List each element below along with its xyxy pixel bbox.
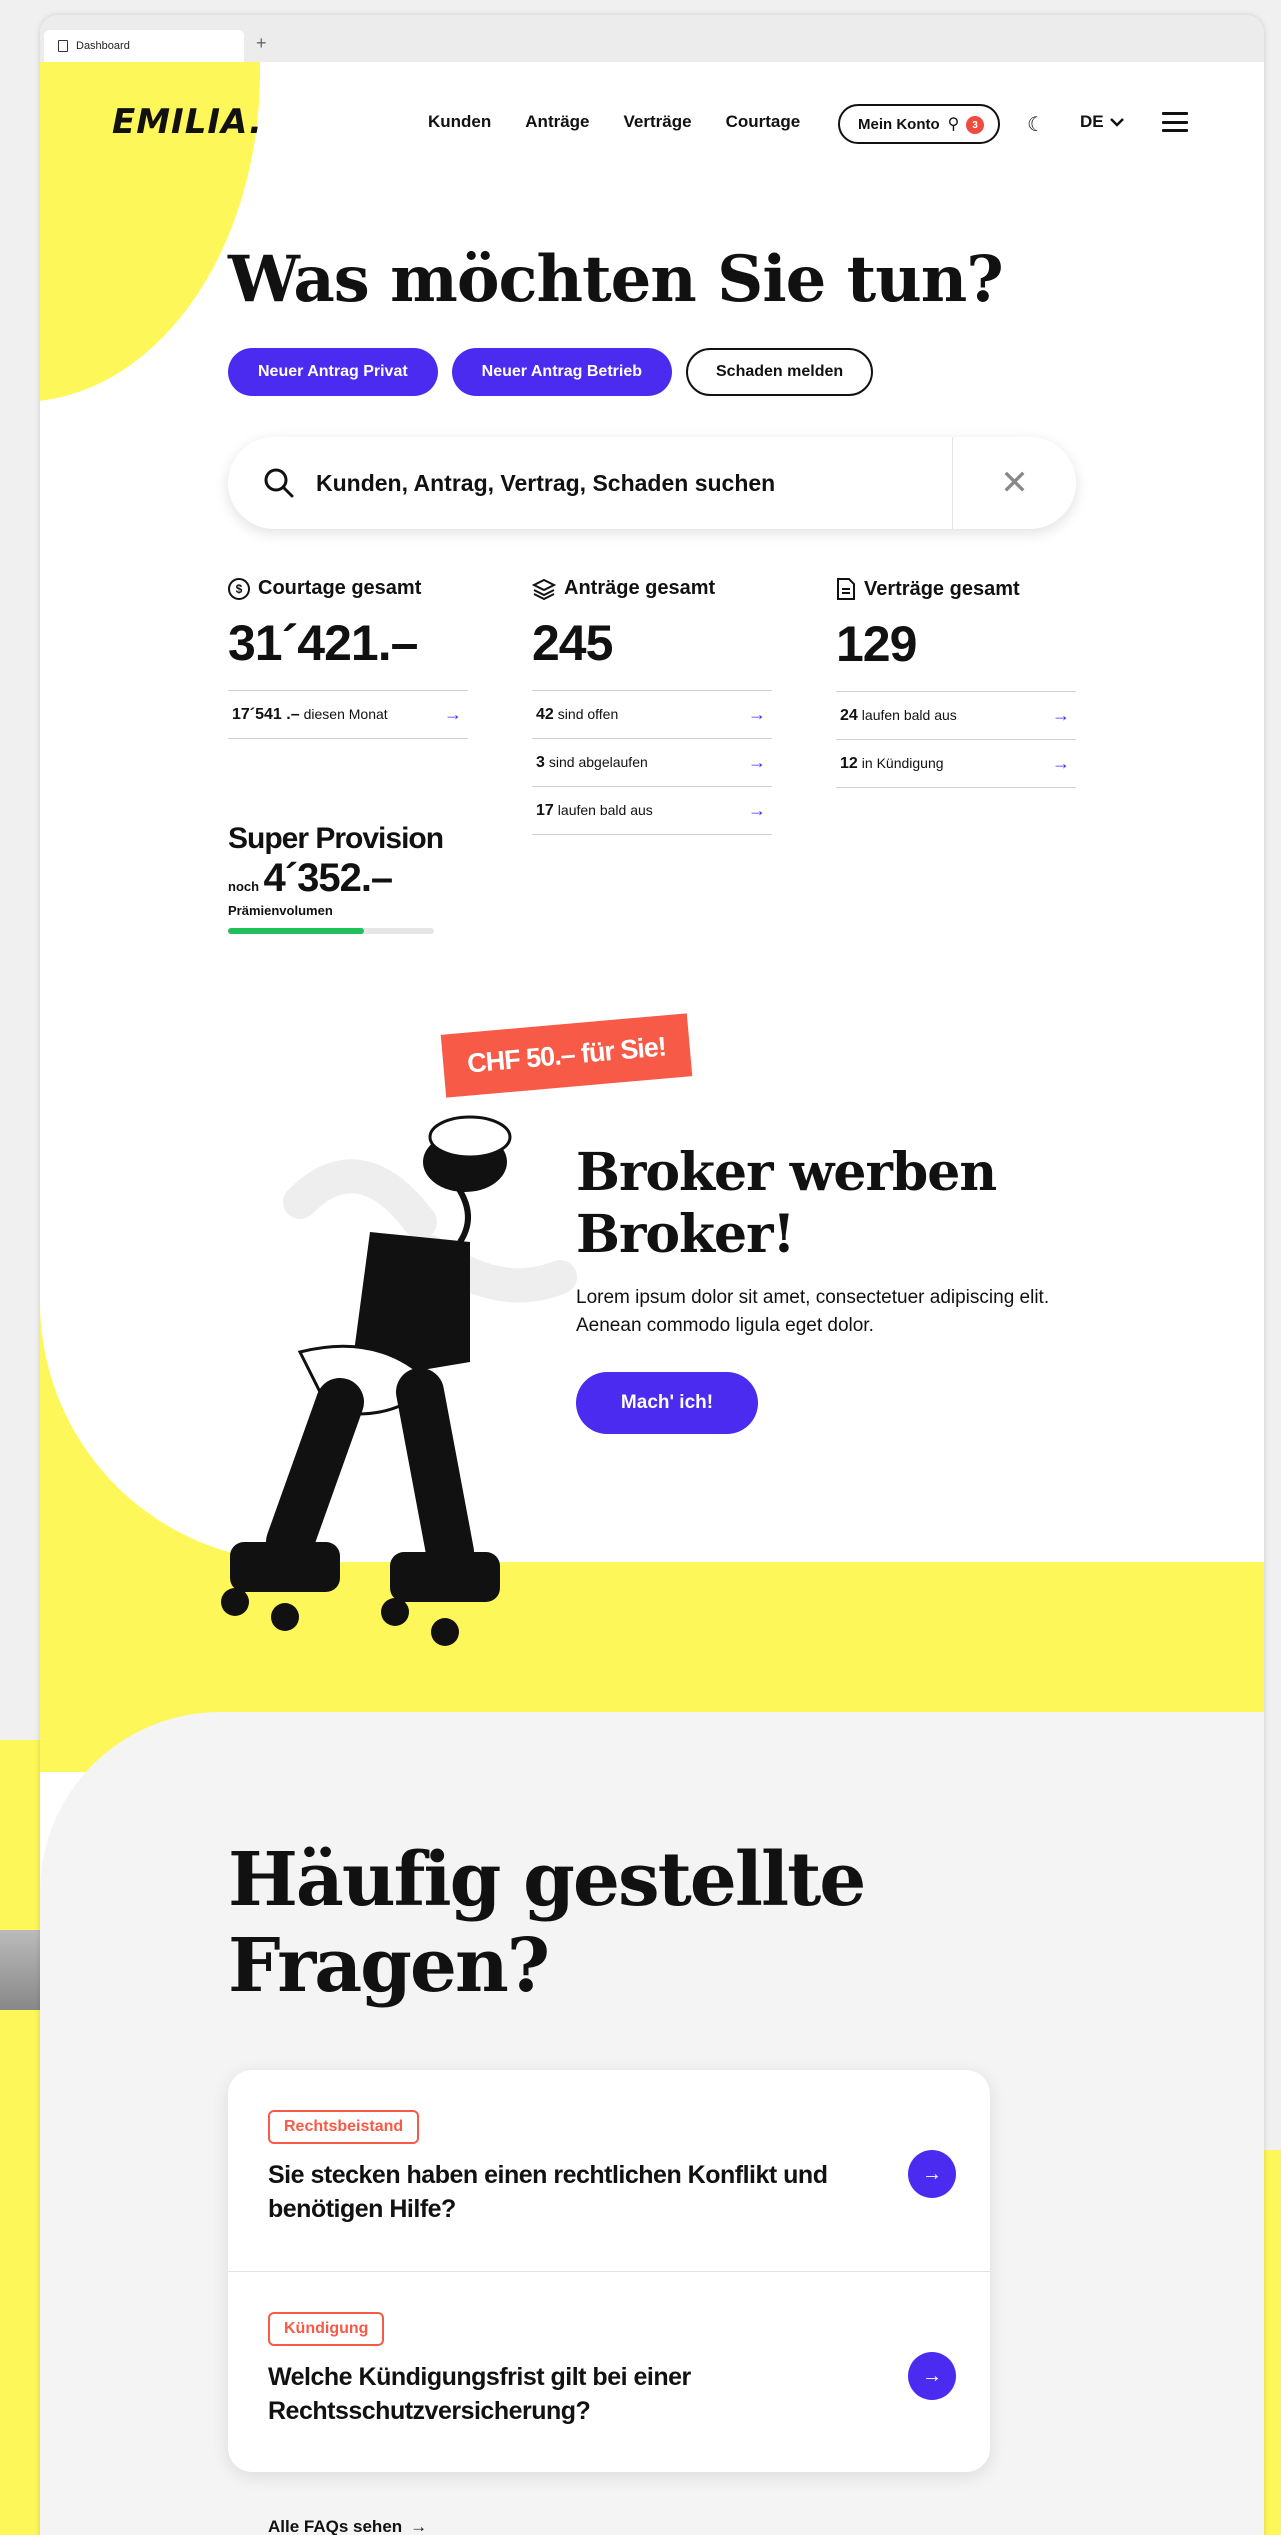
chevron-down-icon — [1109, 118, 1124, 127]
arrow-right-icon: → — [444, 704, 462, 724]
stat-title: Courtage gesamt — [258, 577, 422, 599]
faq-item[interactable]: Kündigung Welche Kündigungsfrist gilt be… — [228, 2271, 990, 2472]
search-icon — [264, 468, 294, 498]
arrow-right-icon: → — [410, 2517, 428, 2535]
arrow-right-icon: → — [748, 752, 766, 772]
moon-icon[interactable]: ☾ — [1027, 112, 1045, 137]
stat-title: Verträge gesamt — [864, 577, 1020, 600]
layers-icon — [532, 578, 556, 600]
provision-prefix: noch — [228, 879, 260, 894]
logo[interactable]: EMILIA. — [112, 102, 263, 142]
promo-text: Lorem ipsum dolor sit amet, consectetuer… — [576, 1287, 1050, 1336]
nav-antraege[interactable]: Anträge — [525, 112, 589, 132]
nav-vertraege[interactable]: Verträge — [624, 112, 692, 132]
faq-item[interactable]: Rechtsbeistand Sie stecken haben einen r… — [228, 2070, 990, 2271]
nav-kunden[interactable]: Kunden — [428, 112, 491, 132]
main-nav: Kunden Anträge Verträge Courtage — [428, 112, 800, 132]
all-faqs-link[interactable]: Alle FAQs sehen → — [268, 2517, 427, 2535]
faq-tag: Kündigung — [268, 2312, 385, 2346]
provision-title: Super Provision — [228, 822, 444, 855]
arrow-right-icon[interactable]: → — [908, 2352, 956, 2400]
quick-actions: Neuer Antrag Privat Neuer Antrag Betrieb… — [228, 348, 874, 396]
arrow-right-icon: → — [748, 704, 766, 724]
menu-icon[interactable] — [1162, 112, 1188, 132]
clear-search-button[interactable]: ✕ — [952, 437, 1076, 529]
progress-fill — [228, 928, 364, 934]
account-button[interactable]: Mein Konto ⚲ 3 — [838, 104, 1000, 144]
notification-badge: 3 — [966, 116, 984, 134]
provision-value: 4´352.– — [263, 856, 394, 900]
stat-value: 31´421.– — [228, 615, 418, 671]
page-title: Was möchten Sie tun? — [228, 242, 1004, 317]
new-application-business-button[interactable]: Neuer Antrag Betrieb — [451, 348, 672, 396]
browser-window: Dashboard + EMILIA. Kunden Anträge Vertr… — [40, 15, 1264, 2535]
promo-title: Broker werben Broker! — [576, 1142, 997, 1265]
language-select[interactable]: DE — [1080, 112, 1124, 132]
arrow-right-icon[interactable]: → — [908, 2150, 956, 2198]
browser-tabbar: Dashboard + — [40, 15, 1264, 62]
stat-value: 245 — [532, 615, 613, 671]
document-icon — [837, 578, 855, 600]
provision-label: Prämienvolumen — [228, 903, 333, 918]
dollar-circle-icon: $ — [228, 577, 250, 600]
stat-row[interactable]: 42 sind offen → — [532, 691, 772, 739]
stat-row[interactable]: 17 laufen bald aus → — [532, 787, 772, 835]
super-provision: Super Provision noch 4´352.– Prämienvolu… — [228, 822, 444, 934]
new-application-private-button[interactable]: Neuer Antrag Privat — [228, 348, 438, 396]
promo-cta-button[interactable]: Mach' ich! — [576, 1372, 758, 1434]
stat-antraege: Anträge gesamt 245 42 sind offen → 3 sind … — [532, 577, 772, 835]
new-tab-button[interactable]: + — [256, 33, 267, 54]
nav-courtage[interactable]: Courtage — [726, 112, 801, 132]
stat-vertraege: Verträge gesamt 129 24 laufen bald aus → … — [836, 577, 1076, 788]
tab-title: Dashboard — [76, 40, 130, 52]
arrow-right-icon: → — [748, 800, 766, 820]
account-label: Mein Konto — [858, 115, 940, 133]
provision-progress-bar — [228, 928, 434, 934]
stat-row[interactable]: 12 in Kündigung → — [836, 740, 1076, 788]
faq-question: Sie stecken haben einen rechtlichen Konf… — [268, 2161, 828, 2223]
language-value: DE — [1080, 112, 1104, 131]
search-bar: Kunden, Antrag, Vertrag, Schaden suchen … — [228, 437, 1076, 529]
skater-illustration — [221, 1115, 577, 1646]
arrow-right-icon: → — [1052, 705, 1070, 725]
stat-row[interactable]: 17´541 .– diesen Monat → — [228, 691, 468, 739]
stat-title: Anträge gesamt — [564, 577, 716, 599]
document-icon — [58, 40, 68, 52]
page-content: EMILIA. Kunden Anträge Verträge Courtage… — [40, 62, 1264, 2535]
stat-value: 129 — [836, 616, 917, 672]
search-input[interactable]: Kunden, Antrag, Vertrag, Schaden suchen — [316, 470, 952, 497]
key-icon: ⚲ — [947, 116, 960, 133]
browser-tab-dashboard[interactable]: Dashboard — [44, 30, 244, 62]
stat-row[interactable]: 3 sind abgelaufen → — [532, 739, 772, 787]
faq-tag: Rechtsbeistand — [268, 2110, 420, 2144]
faq-question: Welche Kündigungsfrist gilt bei einer Re… — [268, 2363, 691, 2425]
faq-title: Häufig gestellte Fragen? — [228, 1837, 866, 2009]
report-damage-button[interactable]: Schaden melden — [686, 348, 874, 396]
stat-courtage: $ Courtage gesamt 31´421.– 17´541 .– dies… — [228, 577, 468, 739]
faq-list: Rechtsbeistand Sie stecken haben einen r… — [228, 2070, 990, 2472]
arrow-right-icon: → — [1052, 753, 1070, 773]
stat-row[interactable]: 24 laufen bald aus → — [836, 692, 1076, 740]
